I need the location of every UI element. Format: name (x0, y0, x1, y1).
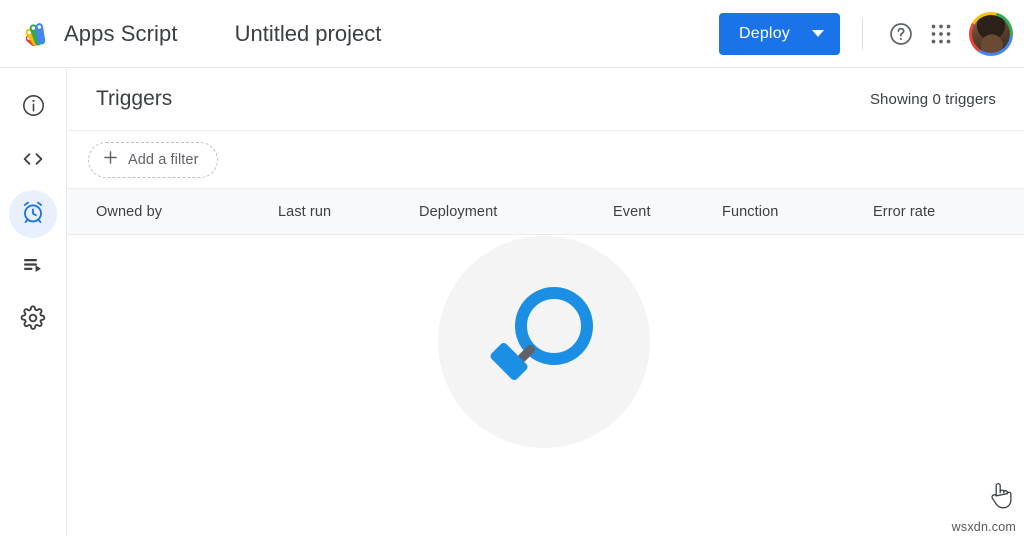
column-header-event[interactable]: Event (613, 189, 651, 235)
brand-name: Apps Script (64, 21, 178, 47)
left-nav-rail (0, 68, 67, 536)
main-content: Triggers Showing 0 triggers Add a filter… (67, 68, 1024, 536)
sidebar-item-editor[interactable] (9, 137, 57, 185)
triggers-count-text: Showing 0 triggers (870, 91, 996, 108)
empty-state-illustration (438, 236, 650, 448)
filter-bar: Add a filter (67, 131, 1024, 189)
apps-grid-icon[interactable] (921, 14, 961, 54)
avatar-photo (972, 15, 1010, 53)
sidebar-item-executions[interactable] (9, 243, 57, 291)
sidebar-item-triggers[interactable] (9, 190, 57, 238)
topbar-actions: Deploy (719, 12, 1024, 56)
column-header-last-run[interactable]: Last run (278, 189, 331, 235)
magnifier-icon (478, 274, 610, 411)
plus-icon (102, 149, 119, 171)
column-header-owned-by[interactable]: Owned by (96, 189, 162, 235)
watermark: wsxdn.com (952, 520, 1016, 534)
top-app-bar: Apps Script Untitled project Deploy (0, 0, 1024, 68)
deploy-button-label: Deploy (739, 25, 790, 43)
chevron-down-icon (812, 30, 824, 37)
page-header: Triggers Showing 0 triggers (67, 68, 1024, 131)
sidebar-item-overview[interactable] (9, 84, 57, 132)
info-circle-icon (21, 93, 46, 123)
sidebar-item-project-settings[interactable] (9, 296, 57, 344)
add-filter-chip[interactable]: Add a filter (88, 142, 218, 178)
avatar[interactable] (969, 12, 1013, 56)
toolbar-divider (862, 18, 863, 50)
apps-script-logo-icon (14, 14, 54, 54)
column-header-deployment[interactable]: Deployment (419, 189, 497, 235)
alarm-clock-icon (20, 199, 46, 230)
help-circle-icon[interactable] (881, 14, 921, 54)
code-brackets-icon (20, 146, 46, 177)
column-header-error-rate[interactable]: Error rate (873, 189, 935, 235)
column-header-function[interactable]: Function (722, 189, 778, 235)
add-filter-label: Add a filter (128, 152, 199, 168)
empty-state: Add Trigger (67, 235, 1024, 536)
triggers-table-header: Owned by Last run Deployment Event Funct… (67, 189, 1024, 235)
brand-area[interactable]: Apps Script (14, 14, 178, 54)
deploy-button[interactable]: Deploy (719, 13, 840, 55)
project-title[interactable]: Untitled project (235, 21, 382, 47)
gear-icon (20, 305, 46, 336)
page-title: Triggers (96, 87, 172, 111)
executions-list-icon (20, 252, 46, 283)
